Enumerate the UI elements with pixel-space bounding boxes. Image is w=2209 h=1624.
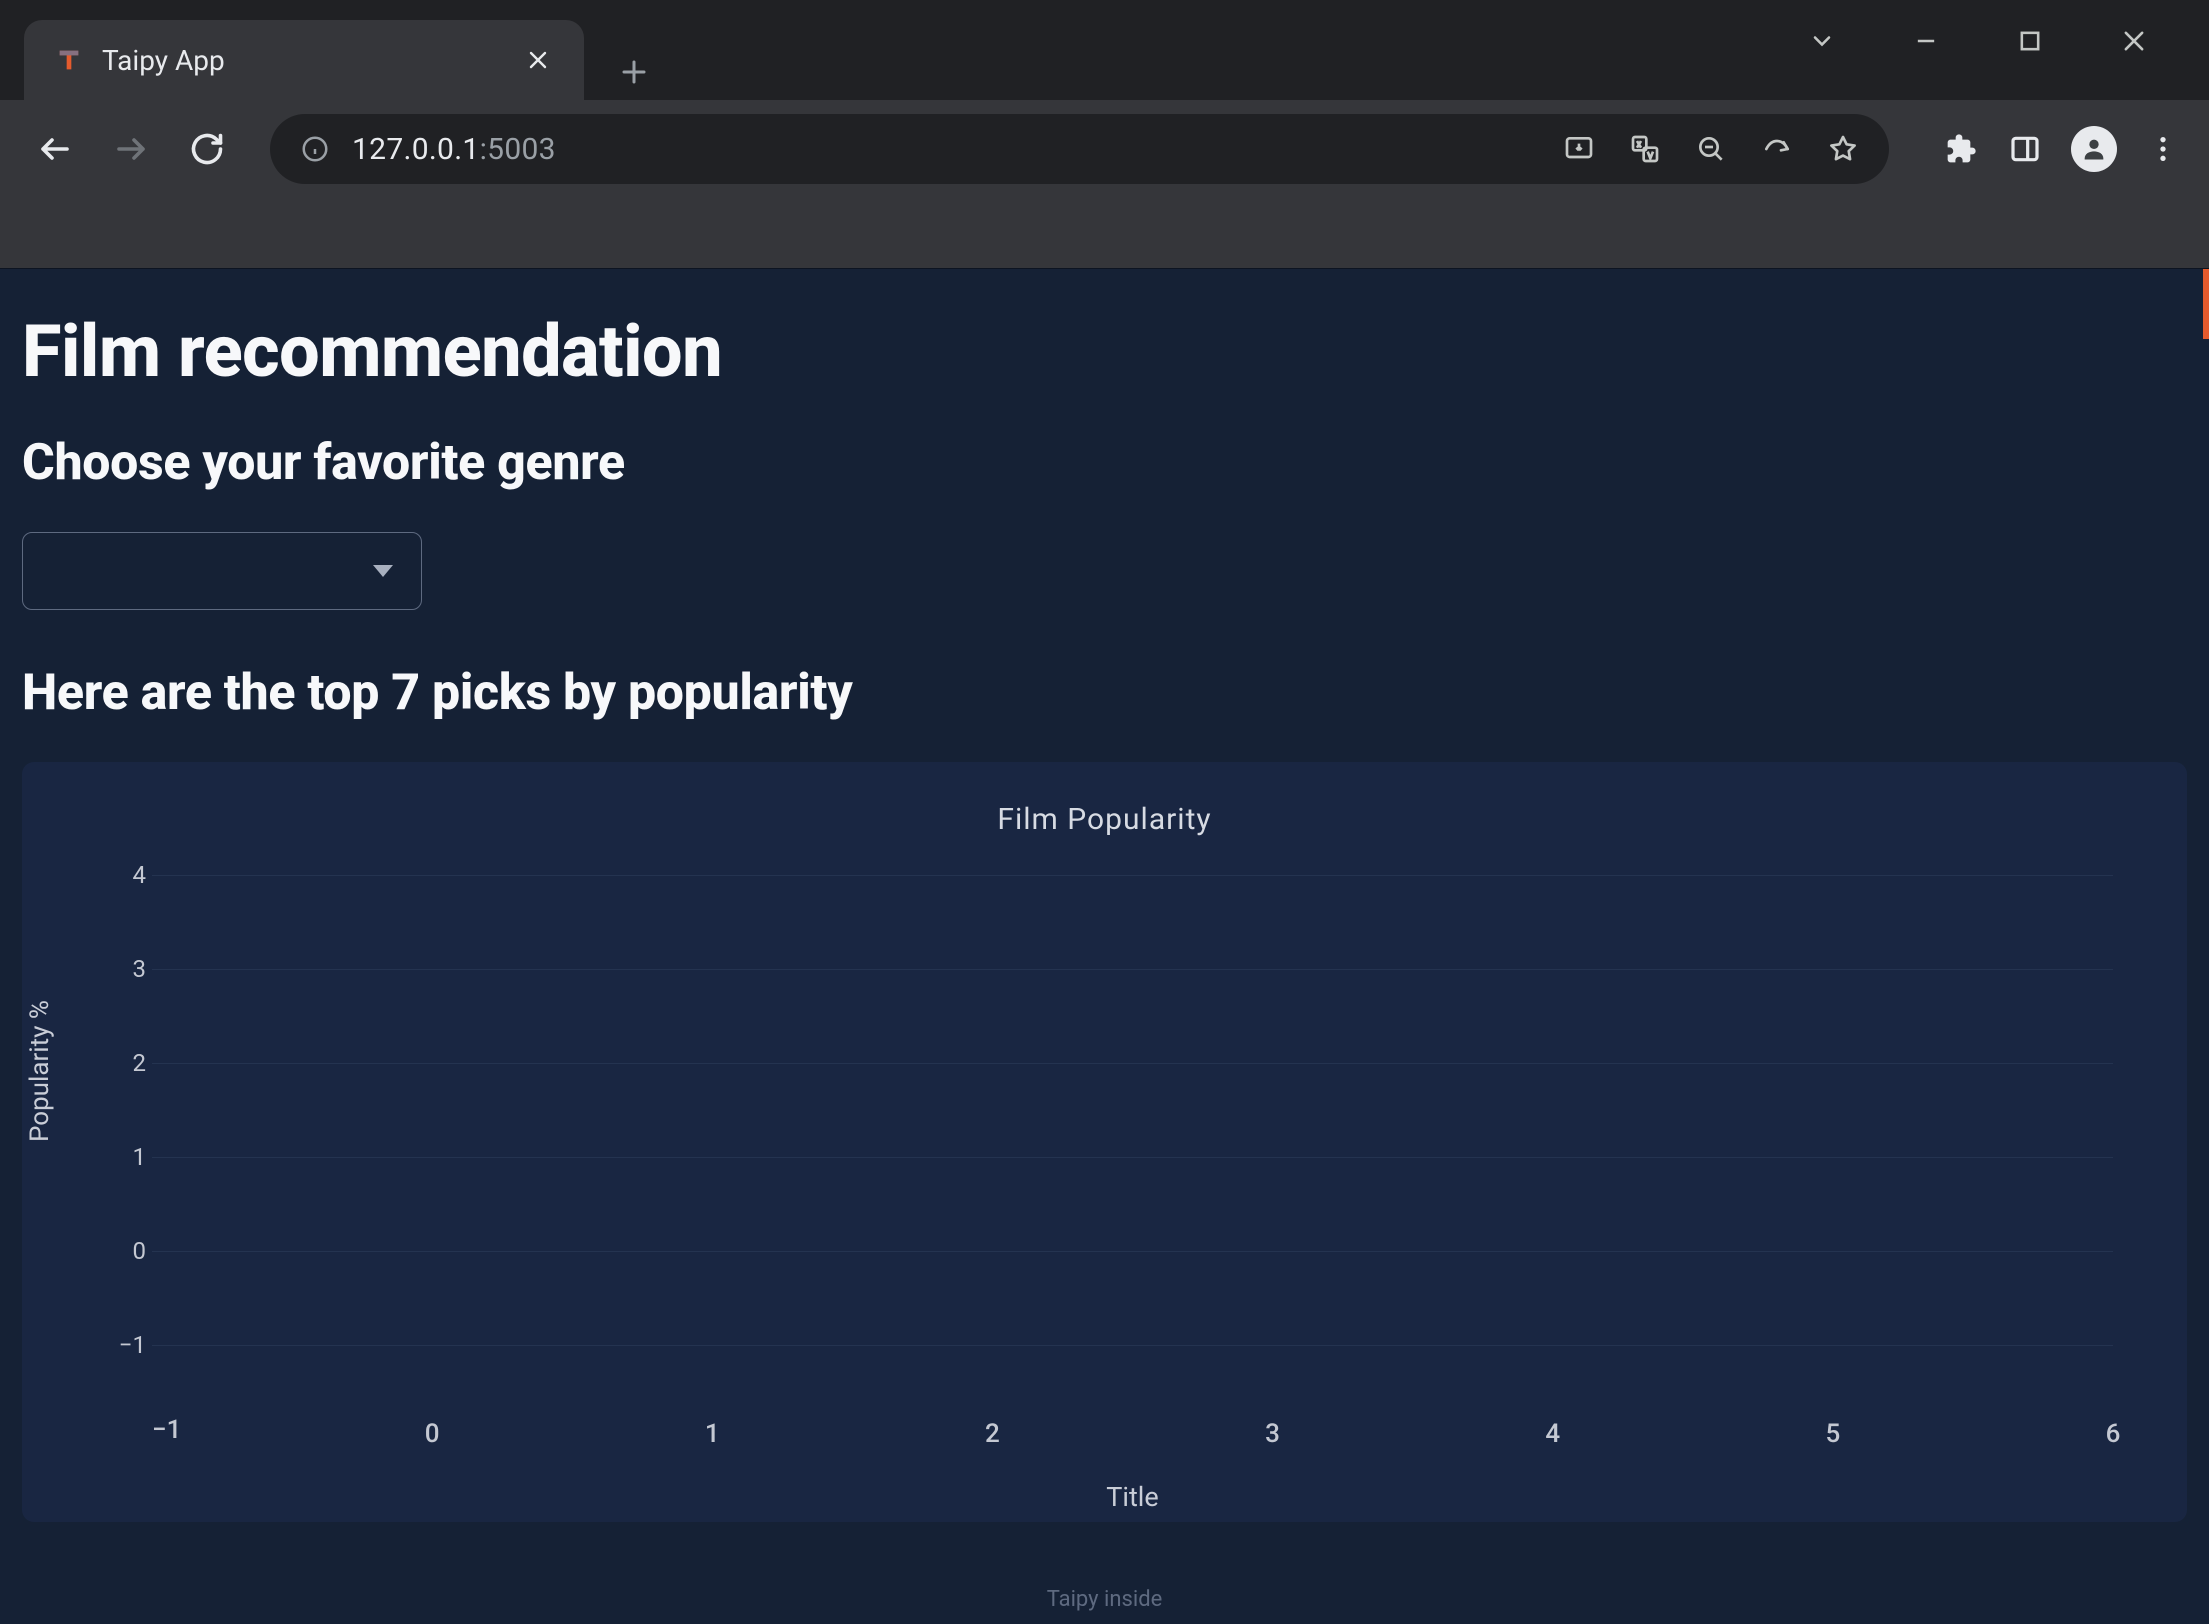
chart-y-tick: 3 bbox=[106, 955, 146, 983]
chart-x-tick: 5 bbox=[1825, 1419, 1840, 1449]
url-port: :5003 bbox=[480, 132, 556, 167]
browser-toolbar: 127.0.0.1:5003 bbox=[0, 100, 2209, 198]
forward-button[interactable] bbox=[104, 122, 158, 176]
tabs-dropdown-icon[interactable] bbox=[1787, 18, 1857, 64]
minimize-window-icon[interactable] bbox=[1891, 18, 1961, 64]
genre-dropdown[interactable] bbox=[22, 532, 422, 610]
address-bar[interactable]: 127.0.0.1:5003 bbox=[270, 114, 1889, 184]
chart-plot-area[interactable]: Title −101234−10123456 bbox=[152, 875, 2113, 1405]
chart-gridline bbox=[152, 1063, 2113, 1064]
chart-y-tick: 4 bbox=[106, 861, 146, 889]
chart-x-tick: −1 bbox=[152, 1415, 181, 1445]
kebab-menu-icon[interactable] bbox=[2145, 131, 2181, 167]
chart-xlabel: Title bbox=[1106, 1481, 1158, 1513]
reload-button[interactable] bbox=[180, 122, 234, 176]
chart-y-tick: 2 bbox=[106, 1049, 146, 1077]
extensions-icon[interactable] bbox=[1943, 131, 1979, 167]
tab-strip: Taipy App bbox=[0, 0, 2209, 100]
browser-tab[interactable]: Taipy App bbox=[24, 20, 584, 100]
window-controls bbox=[1787, 0, 2209, 64]
omnibox-actions bbox=[1561, 131, 1861, 167]
chart-x-tick: 3 bbox=[1265, 1419, 1280, 1449]
page-title: Film recommendation bbox=[22, 309, 2187, 394]
app-page: Film recommendation Choose your favorite… bbox=[0, 268, 2209, 1624]
share-icon[interactable] bbox=[1759, 131, 1795, 167]
browser-chrome: Taipy App bbox=[0, 0, 2209, 268]
chart-x-tick: 4 bbox=[1545, 1419, 1560, 1449]
chart-y-tick: −1 bbox=[96, 1331, 146, 1359]
chart-title: Film Popularity bbox=[62, 802, 2147, 837]
genre-subtitle: Choose your favorite genre bbox=[22, 434, 2187, 492]
chart-gridline bbox=[152, 1345, 2113, 1346]
toolbar-spacer bbox=[0, 198, 2209, 268]
url-host: 127.0.0.1 bbox=[352, 132, 480, 167]
chart-y-tick: 1 bbox=[106, 1143, 146, 1171]
chart-card: Film Popularity Popularity % Title −1012… bbox=[22, 762, 2187, 1522]
picks-heading: Here are the top 7 picks by popularity bbox=[22, 664, 2187, 722]
taipy-favicon-icon bbox=[54, 45, 84, 75]
site-info-icon[interactable] bbox=[298, 132, 332, 166]
close-window-icon[interactable] bbox=[2099, 18, 2169, 64]
back-button[interactable] bbox=[28, 122, 82, 176]
zoom-out-icon[interactable] bbox=[1693, 131, 1729, 167]
bookmark-star-icon[interactable] bbox=[1825, 131, 1861, 167]
tab-title: Taipy App bbox=[102, 44, 504, 77]
url-text: 127.0.0.1:5003 bbox=[352, 132, 556, 167]
chart-gridline bbox=[152, 1251, 2113, 1252]
chart-ylabel: Popularity % bbox=[25, 1000, 55, 1142]
maximize-window-icon[interactable] bbox=[1995, 18, 2065, 64]
translate-icon[interactable] bbox=[1627, 131, 1663, 167]
chevron-down-icon bbox=[373, 565, 393, 577]
chart-gridline bbox=[152, 875, 2113, 876]
profile-avatar-icon[interactable] bbox=[2071, 126, 2117, 172]
footer-text: Taipy inside bbox=[1047, 1587, 1163, 1612]
close-tab-icon[interactable] bbox=[522, 44, 554, 76]
extension-actions bbox=[1925, 126, 2181, 172]
install-app-icon[interactable] bbox=[1561, 131, 1597, 167]
chart-x-tick: 6 bbox=[2106, 1419, 2121, 1449]
new-tab-button[interactable] bbox=[606, 44, 662, 100]
chart-x-tick: 1 bbox=[705, 1419, 720, 1449]
chart-gridline bbox=[152, 1157, 2113, 1158]
side-panel-icon[interactable] bbox=[2007, 131, 2043, 167]
chart-y-tick: 0 bbox=[106, 1237, 146, 1265]
chart-x-tick: 0 bbox=[425, 1419, 440, 1449]
chart-gridline bbox=[152, 969, 2113, 970]
chart-x-tick: 2 bbox=[985, 1419, 1000, 1449]
